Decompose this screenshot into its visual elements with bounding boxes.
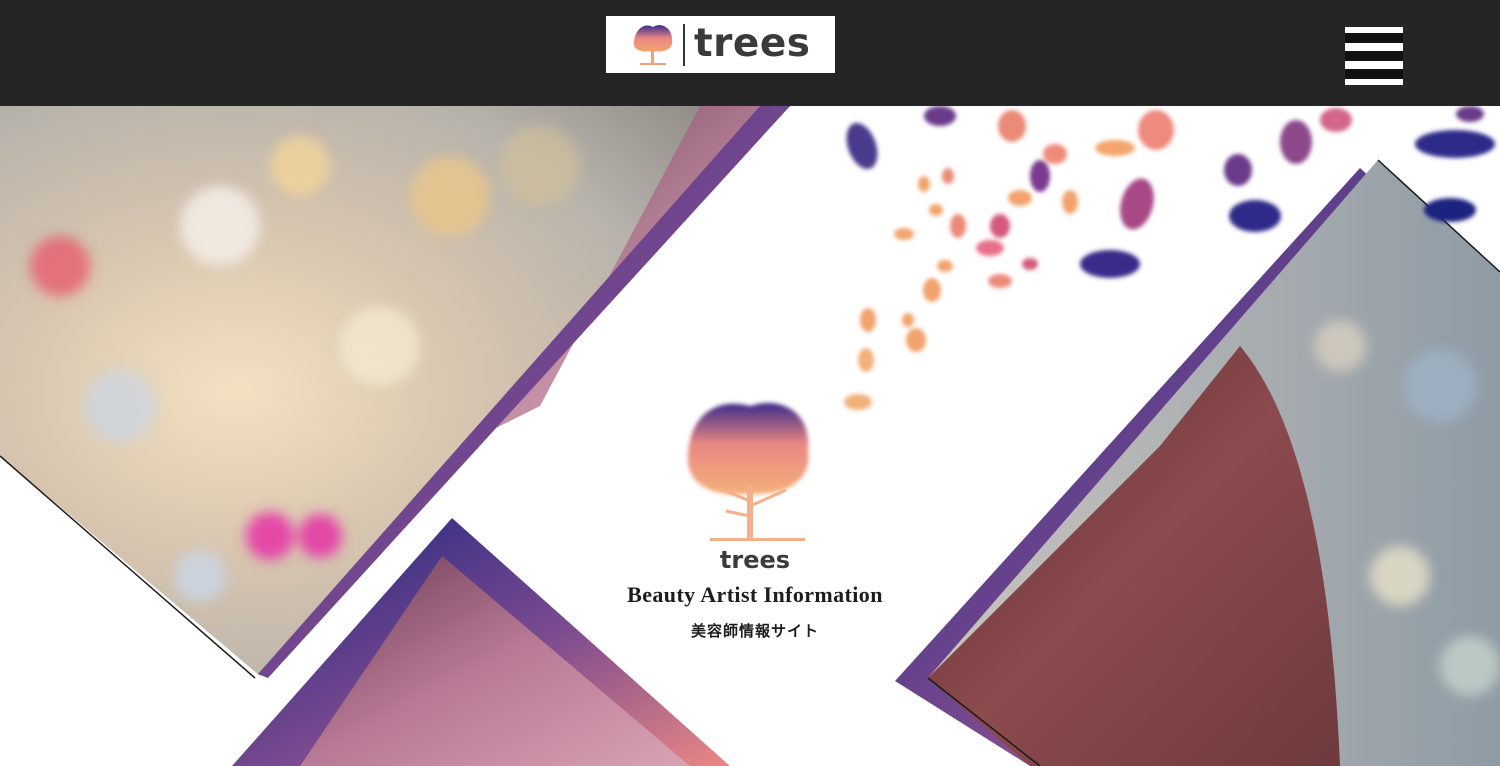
chevron-right-icon[interactable] xyxy=(0,478,30,538)
hero-tagline: Beauty Artist Information xyxy=(627,582,883,607)
site-logo[interactable]: trees xyxy=(606,16,835,73)
menu-button[interactable] xyxy=(1345,27,1403,85)
logo-divider xyxy=(683,24,685,66)
hero-subtitle: 美容師情報サイト xyxy=(690,622,819,640)
hero-slider: trees Beauty Artist Information 美容師情報サイト xyxy=(0,106,1500,766)
hamburger-icon xyxy=(1345,51,1403,61)
hero-brand: trees xyxy=(719,546,791,574)
logo-wordmark: trees xyxy=(694,21,811,66)
tree-logo-icon xyxy=(633,25,673,65)
site-header: trees xyxy=(0,0,1500,106)
hero-tree-illustration xyxy=(687,403,809,541)
hamburger-icon xyxy=(1345,69,1403,79)
hero-caption: trees Beauty Artist Information 美容師情報サイト xyxy=(600,548,910,641)
hero-artwork xyxy=(0,106,1500,766)
hamburger-icon xyxy=(1345,33,1403,43)
